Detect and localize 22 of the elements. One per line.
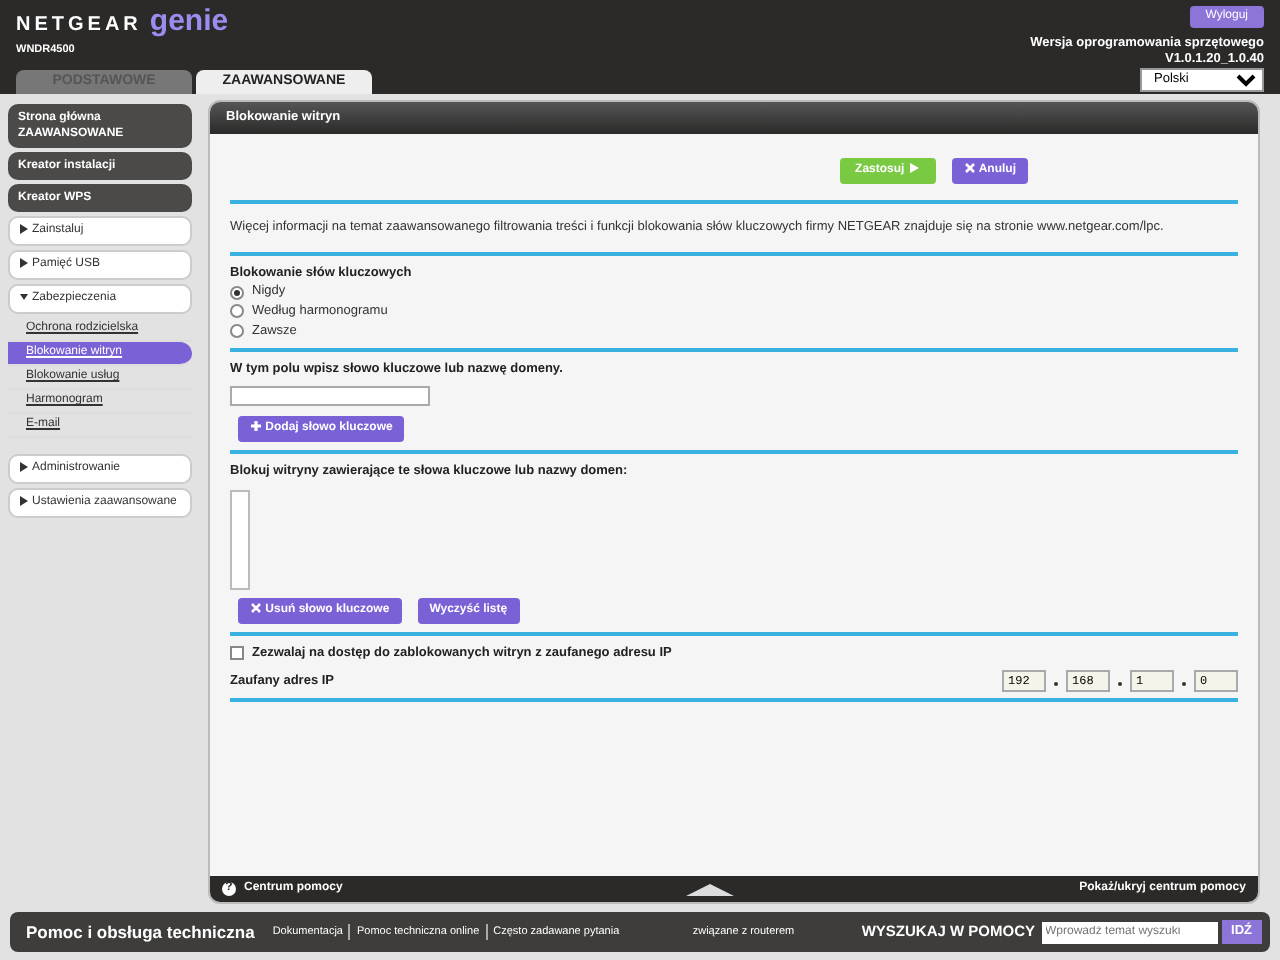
logo-product: genie xyxy=(149,6,229,36)
radio-button[interactable] xyxy=(230,285,244,300)
radio-button[interactable] xyxy=(230,324,244,339)
caret-right-icon xyxy=(20,258,28,269)
checkbox[interactable] xyxy=(230,645,244,660)
dot-separator-icon xyxy=(1182,682,1186,687)
logo-wordmark: NETGEAR xyxy=(16,16,142,36)
plus-icon xyxy=(250,419,262,432)
close-icon xyxy=(963,161,976,174)
expand-triangle-icon xyxy=(686,883,735,895)
keyword-input[interactable] xyxy=(230,386,430,407)
caret-down-icon xyxy=(20,292,28,303)
caret-right-icon xyxy=(20,224,28,235)
caret-right-icon xyxy=(20,496,28,507)
close-icon xyxy=(250,601,262,613)
caret-right-icon xyxy=(20,462,28,473)
footer-title: Pomoc i obsługa techniczna xyxy=(26,919,255,945)
radio-button[interactable] xyxy=(230,304,244,319)
dot-separator-icon xyxy=(1118,682,1122,687)
play-arrow-icon xyxy=(907,161,920,174)
dot-separator-icon xyxy=(1054,682,1058,687)
keyword-list[interactable] xyxy=(230,489,250,589)
